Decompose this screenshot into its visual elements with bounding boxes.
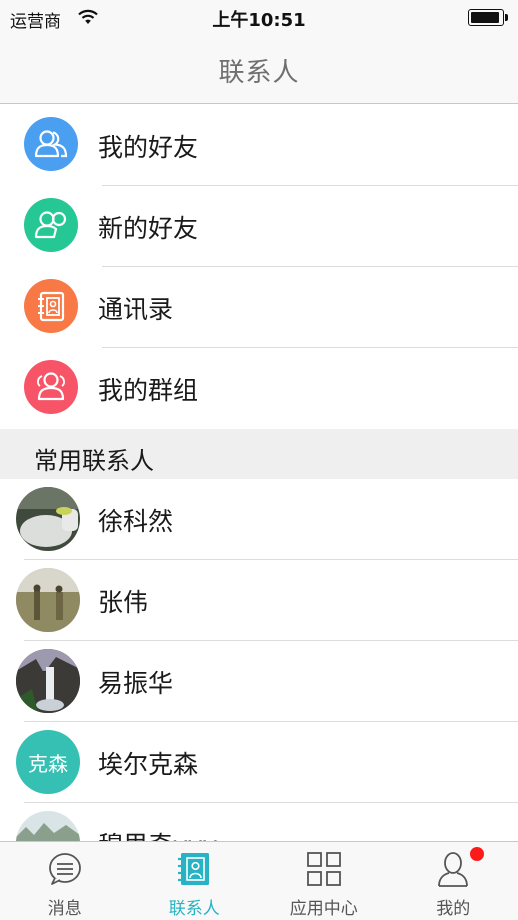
tab-label: 应用中心	[289, 899, 358, 919]
contact-name: 埃尔克森	[98, 750, 199, 779]
menu-item-label: 通讯录	[98, 295, 174, 324]
contact-name: 张伟	[98, 588, 149, 617]
menu-item-address-book[interactable]: 通讯录	[0, 267, 518, 348]
friends-icon	[24, 117, 78, 171]
page-title: 联系人	[218, 58, 300, 88]
tab-messages[interactable]: 消息	[0, 842, 130, 920]
tab-label: 消息	[47, 899, 82, 919]
status-bar: 运营商 上午10:51	[0, 0, 518, 36]
menu-item-label: 新的好友	[98, 214, 199, 243]
contact-avatar	[16, 487, 80, 551]
contact-row[interactable]: 张伟	[0, 560, 518, 641]
contact-row[interactable]: 克森 埃尔克森	[0, 722, 518, 803]
menu-item-my-friends[interactable]: 我的好友	[0, 105, 518, 186]
contact-row[interactable]: 穆里奇vvv	[0, 803, 518, 841]
tab-mine[interactable]: 我的	[389, 842, 518, 920]
tab-label: 联系人	[168, 899, 220, 919]
tab-contacts[interactable]: 联系人	[130, 842, 260, 920]
tab-app-center[interactable]: 应用中心	[259, 842, 389, 920]
clock: 上午10:51	[212, 10, 306, 31]
address-book-icon	[24, 279, 78, 333]
contact-avatar	[16, 649, 80, 713]
contact-name: 穆里奇vvv	[98, 826, 217, 841]
section-header-frequent-contacts: 常用联系人	[0, 429, 518, 479]
menu-item-label: 我的好友	[98, 133, 199, 162]
contact-avatar	[16, 568, 80, 632]
contacts-list[interactable]: 我的好友 新的好友 通讯录 我的群组 常用联系人 徐科然 张伟 易振华 克森 埃…	[0, 105, 518, 841]
menu-item-my-groups[interactable]: 我的群组	[0, 348, 518, 429]
message-icon	[48, 853, 81, 885]
contacts-book-icon	[178, 853, 210, 885]
battery-icon	[468, 9, 508, 26]
add-friend-icon	[24, 198, 78, 252]
tab-bar: 消息 联系人 应用中心 我的	[0, 841, 518, 920]
contact-avatar: 克森	[16, 730, 80, 794]
contact-name: 徐科然	[98, 507, 174, 536]
navigation-bar: 联系人	[0, 36, 518, 104]
group-icon	[24, 360, 78, 414]
contact-row[interactable]: 易振华	[0, 641, 518, 722]
section-title: 常用联系人	[34, 447, 154, 475]
avatar-initials: 克森	[28, 751, 68, 776]
contact-avatar	[16, 811, 80, 841]
menu-item-new-friends[interactable]: 新的好友	[0, 186, 518, 267]
tab-label: 我的	[436, 899, 471, 919]
profile-icon	[438, 852, 469, 887]
menu-item-label: 我的群组	[98, 376, 199, 405]
contact-name: 易振华	[98, 669, 174, 698]
notification-badge	[470, 847, 484, 861]
app-grid-icon	[306, 852, 341, 886]
contact-row[interactable]: 徐科然	[0, 479, 518, 560]
